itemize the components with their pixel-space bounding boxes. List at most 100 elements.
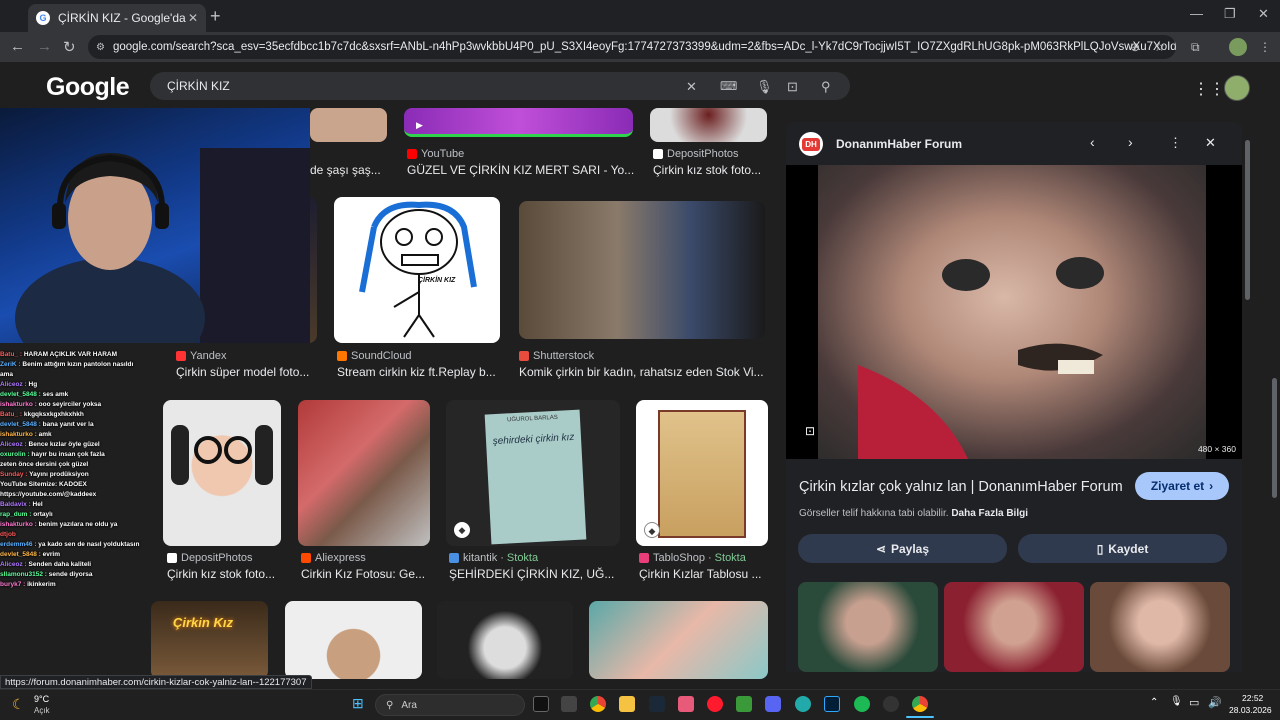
url-bar[interactable]: ⚙ google.com/search?sca_esv=35ecfdbcc1b7… bbox=[88, 35, 1176, 59]
forward-arrow-icon[interactable]: → bbox=[37, 38, 52, 55]
result-source[interactable]: YouTube bbox=[407, 148, 464, 160]
steam-icon[interactable] bbox=[649, 696, 665, 712]
discord-icon[interactable] bbox=[765, 696, 781, 712]
result-image[interactable]: ÇİRKİN KIZ bbox=[334, 197, 500, 343]
back-arrow-icon[interactable]: ← bbox=[10, 38, 25, 55]
app-icon[interactable] bbox=[561, 696, 577, 712]
result-image[interactable] bbox=[437, 601, 573, 679]
result-image[interactable] bbox=[589, 601, 768, 679]
result-caption[interactable]: Komik çirkin bir kadın, rahatsız eden St… bbox=[519, 365, 765, 379]
weather-moon-icon[interactable]: ☾ bbox=[12, 696, 25, 713]
result-source[interactable]: TabloShop · Stokta bbox=[639, 552, 746, 564]
visit-button[interactable]: Ziyaret et › bbox=[1135, 472, 1229, 500]
search-input[interactable]: ÇİRKİN KIZ bbox=[150, 72, 850, 100]
related-image[interactable] bbox=[798, 582, 938, 672]
share-button[interactable]: ⋖ Paylaş bbox=[798, 534, 1007, 563]
result-source[interactable]: Shutterstock bbox=[519, 350, 594, 362]
tray-chevron-icon[interactable]: ⌃ bbox=[1150, 697, 1158, 708]
app-icon[interactable] bbox=[736, 696, 752, 712]
page-scrollbar[interactable] bbox=[1272, 70, 1277, 670]
related-image[interactable] bbox=[1090, 582, 1230, 672]
panel-scrollbar[interactable] bbox=[1244, 122, 1250, 672]
extensions-icon[interactable]: ⧉ bbox=[1191, 40, 1200, 55]
save-button[interactable]: ▯ Kaydet bbox=[1018, 534, 1227, 563]
next-arrow-icon[interactable]: › bbox=[1128, 134, 1133, 150]
lens-search-icon[interactable]: ⊡ bbox=[805, 424, 821, 440]
file-explorer-icon[interactable] bbox=[619, 696, 635, 712]
windows-start-icon[interactable]: ⊞ bbox=[352, 695, 364, 712]
chrome-menu-icon[interactable]: ⋮ bbox=[1259, 40, 1271, 54]
result-image[interactable] bbox=[298, 400, 430, 546]
keyboard-icon[interactable]: ⌨ bbox=[720, 79, 737, 93]
previous-arrow-icon[interactable]: ‹ bbox=[1090, 134, 1095, 150]
result-title[interactable]: Çirkin kızlar çok yalnız lan | DonanımHa… bbox=[799, 479, 1123, 495]
preview-image[interactable]: ⊡ 480 × 360 bbox=[786, 165, 1242, 459]
close-window-button[interactable]: ✕ bbox=[1258, 6, 1269, 22]
result-source[interactable]: Yandex bbox=[176, 350, 227, 362]
app-icon[interactable] bbox=[883, 696, 899, 712]
result-image[interactable] bbox=[310, 108, 387, 142]
spotify-icon[interactable] bbox=[854, 696, 870, 712]
related-image[interactable] bbox=[944, 582, 1084, 672]
result-image[interactable] bbox=[650, 108, 767, 142]
result-caption[interactable]: GÜZEL VE ÇİRKİN KIZ MERT SARI - Yo... bbox=[407, 163, 635, 177]
chrome-taskbar-icon[interactable] bbox=[912, 696, 928, 712]
minimize-button[interactable]: — bbox=[1190, 6, 1203, 21]
chrome-taskbar-icon[interactable] bbox=[590, 696, 606, 712]
site-info-icon[interactable]: ⚙ bbox=[96, 42, 105, 53]
result-image[interactable] bbox=[163, 400, 281, 546]
task-view-icon[interactable] bbox=[533, 696, 549, 712]
result-caption[interactable]: Çirkin kız stok foto... bbox=[653, 163, 765, 177]
result-caption[interactable]: Stream cirkin kiz ft.Replay b... bbox=[337, 365, 500, 379]
site-name[interactable]: DonanımHaber Forum bbox=[836, 137, 962, 151]
new-tab-button[interactable]: + bbox=[210, 6, 221, 27]
result-image[interactable]: ▶ bbox=[404, 108, 633, 137]
close-panel-icon[interactable]: ✕ bbox=[1205, 135, 1216, 151]
result-caption[interactable]: de şaşı şaş... bbox=[310, 163, 390, 177]
clock-date[interactable]: 28.03.2026 bbox=[1229, 705, 1272, 715]
search-icon[interactable]: ⚲ bbox=[821, 79, 831, 95]
zoom-icon[interactable]: ⊕ bbox=[1130, 40, 1140, 54]
clear-search-icon[interactable]: ✕ bbox=[686, 79, 697, 95]
result-caption[interactable]: Çirkin kız stok foto... bbox=[167, 567, 281, 581]
result-image[interactable] bbox=[519, 201, 765, 339]
more-info-link[interactable]: Daha Fazla Bilgi bbox=[951, 508, 1028, 519]
scrollbar-thumb[interactable] bbox=[1245, 140, 1250, 300]
reload-icon[interactable]: ↻ bbox=[63, 38, 76, 56]
tab-close-icon[interactable]: ✕ bbox=[188, 11, 198, 25]
account-avatar[interactable] bbox=[1224, 75, 1250, 101]
result-source[interactable]: Aliexpress bbox=[301, 552, 366, 564]
chat-message: https://youtube.com/@kaddeex bbox=[0, 490, 160, 500]
opera-icon[interactable] bbox=[707, 696, 723, 712]
result-caption[interactable]: Çirkin Kızlar Tablosu ... bbox=[639, 567, 767, 581]
bookmark-star-icon[interactable]: ☆ bbox=[1154, 40, 1165, 54]
profile-avatar[interactable] bbox=[1229, 38, 1247, 56]
result-image[interactable]: Çirkin Kız bbox=[151, 601, 268, 679]
browser-tab[interactable]: G ÇİRKİN KIZ - Google'da Ara ✕ bbox=[28, 4, 206, 32]
result-source[interactable]: DepositPhotos bbox=[653, 148, 739, 160]
result-image[interactable]: UĞUROL BARLAS şehirdeki çirkin kız ◆ bbox=[446, 400, 620, 546]
photoshop-icon[interactable] bbox=[824, 696, 840, 712]
microphone-tray-icon[interactable]: 🎙 bbox=[1170, 696, 1183, 707]
volume-icon[interactable]: 🔊 bbox=[1208, 696, 1222, 709]
result-source[interactable]: DepositPhotos bbox=[167, 552, 253, 564]
clock-time[interactable]: 22:52 bbox=[1242, 693, 1263, 703]
result-image[interactable]: ◆ bbox=[636, 400, 768, 546]
more-options-icon[interactable]: ⋮ bbox=[1169, 135, 1182, 151]
microphone-icon[interactable]: 🎙 bbox=[756, 79, 773, 95]
result-caption[interactable]: Cirkin Kız Fotosu: Ge... bbox=[301, 567, 429, 581]
maximize-button[interactable]: ❐ bbox=[1224, 6, 1236, 22]
result-caption[interactable]: ŞEHİRDEKİ ÇİRKİN KIZ, UĞ... bbox=[449, 567, 619, 581]
display-tray-icon[interactable]: ▭ bbox=[1189, 696, 1199, 709]
lens-icon[interactable]: ⊡ bbox=[787, 79, 798, 95]
result-source[interactable]: kitantik · Stokta bbox=[449, 552, 538, 564]
app-icon[interactable] bbox=[795, 696, 811, 712]
result-caption[interactable]: Çirkin süper model foto... bbox=[176, 365, 316, 379]
weather-temp[interactable]: 9°C bbox=[34, 694, 49, 704]
result-image[interactable] bbox=[285, 601, 422, 679]
app-icon[interactable] bbox=[678, 696, 694, 712]
google-logo[interactable]: Google bbox=[46, 73, 130, 102]
result-source[interactable]: SoundCloud bbox=[337, 350, 412, 362]
taskbar-search[interactable]: ⚲ Ara bbox=[375, 694, 525, 716]
page-scrollbar-thumb[interactable] bbox=[1272, 378, 1277, 498]
